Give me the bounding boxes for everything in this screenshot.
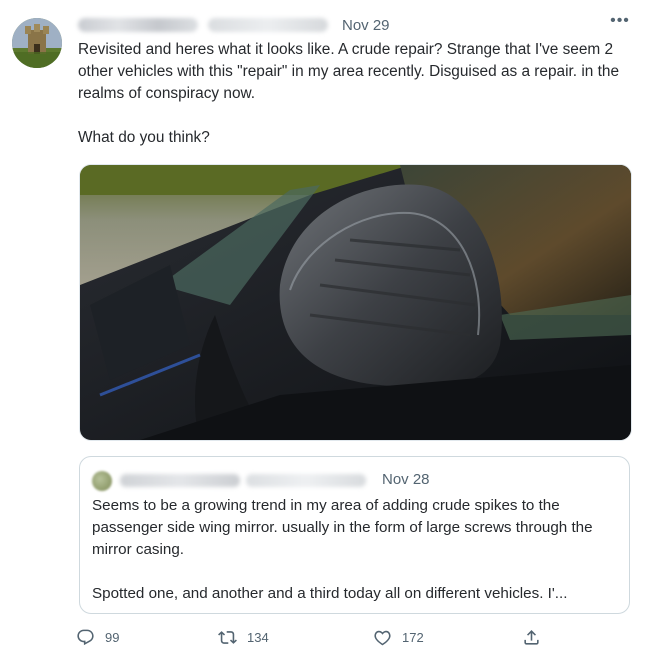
tweet-text: Revisited and heres what it looks like. … (78, 39, 634, 149)
like-icon (374, 630, 391, 646)
quoted-tweet-text: Seems to be a growing trend in my area o… (92, 495, 612, 605)
retweet-icon (218, 631, 237, 644)
quoted-avatar[interactable] (92, 471, 112, 491)
quoted-tweet-date[interactable]: Nov 28 (382, 471, 430, 488)
tweet-date[interactable]: Nov 29 (342, 17, 390, 34)
quoted-paragraph: Spotted one, and another and a third tod… (92, 585, 568, 602)
action-bar: 99 134 172 (76, 628, 546, 652)
quoted-tweet[interactable]: Nov 28 Seems to be a growing trend in my… (79, 456, 630, 614)
retweet-count: 134 (247, 630, 269, 645)
castle-avatar-image (12, 18, 62, 68)
share-icon (524, 630, 539, 645)
wing-mirror-photo (80, 165, 631, 440)
redacted-quoted-name[interactable] (120, 474, 240, 487)
redacted-quoted-handle[interactable] (246, 474, 366, 487)
reply-button[interactable]: 99 (76, 628, 119, 647)
more-icon[interactable]: ••• (608, 13, 632, 34)
like-button[interactable]: 172 (373, 628, 424, 647)
reply-icon (77, 629, 94, 646)
tweet-paragraph: What do you think? (78, 129, 210, 146)
retweet-button[interactable]: 134 (218, 628, 269, 647)
tweet-photo[interactable] (79, 164, 632, 441)
redacted-display-name[interactable] (78, 18, 198, 32)
redacted-handle[interactable] (208, 18, 328, 32)
avatar[interactable] (12, 18, 62, 68)
share-button[interactable] (522, 628, 541, 647)
reply-count: 99 (105, 630, 120, 645)
tweet-paragraph: Revisited and heres what it looks like. … (78, 41, 620, 102)
tweet[interactable]: Nov 29 ••• Revisited and heres what it l… (0, 0, 648, 665)
tweet-header: Nov 29 (78, 14, 390, 36)
like-count: 172 (402, 630, 424, 645)
quoted-paragraph: Seems to be a growing trend in my area o… (92, 497, 593, 558)
